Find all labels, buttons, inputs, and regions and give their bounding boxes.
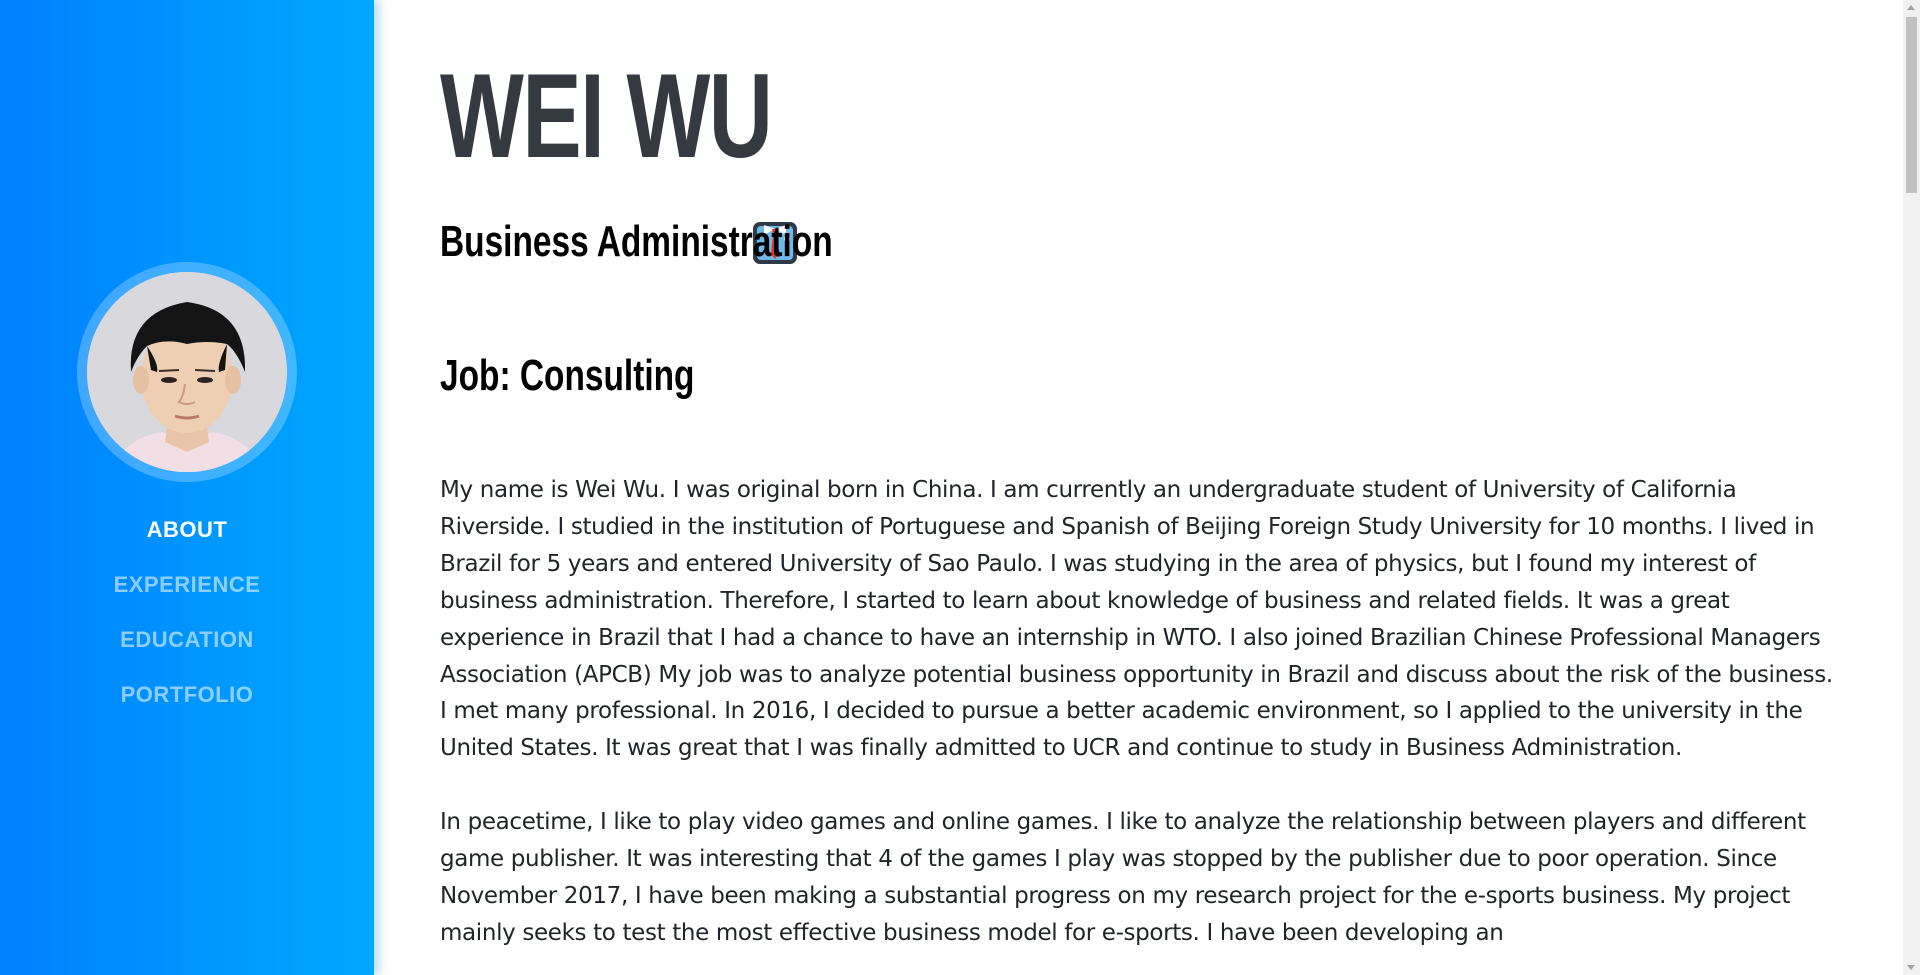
scrollbar-thumb[interactable] [1906, 17, 1917, 193]
scrollbar[interactable] [1903, 0, 1920, 975]
main-content: WEI WU Business Administration Job: Cons… [440, 0, 1840, 975]
subtitle: Business Administration [440, 217, 833, 266]
sidebar-nav: ABOUT EXPERIENCE EDUCATION PORTFOLIO [0, 507, 374, 727]
scroll-down-arrow-icon[interactable] [1907, 965, 1915, 970]
profile-photo [87, 272, 287, 472]
bio-text: My name is Wei Wu. I was original born i… [440, 472, 1840, 975]
nav-item-experience[interactable]: EXPERIENCE [0, 562, 374, 617]
nav-item-education[interactable]: EDUCATION [0, 617, 374, 672]
bio-paragraph: In peacetime, I like to play video games… [440, 809, 1806, 946]
nav-item-about[interactable]: ABOUT [0, 507, 374, 562]
page-title: WEI WU [440, 49, 773, 183]
job-heading: Job: Consulting [440, 351, 695, 400]
scroll-up-arrow-icon[interactable] [1907, 5, 1915, 10]
sidebar: ABOUT EXPERIENCE EDUCATION PORTFOLIO [0, 0, 374, 975]
nav-item-portfolio[interactable]: PORTFOLIO [0, 672, 374, 727]
subtitle-row: Business Administration [440, 214, 833, 270]
bio-paragraph: My name is Wei Wu. I was original born i… [440, 477, 1833, 762]
profile-photo-ring [77, 262, 297, 482]
